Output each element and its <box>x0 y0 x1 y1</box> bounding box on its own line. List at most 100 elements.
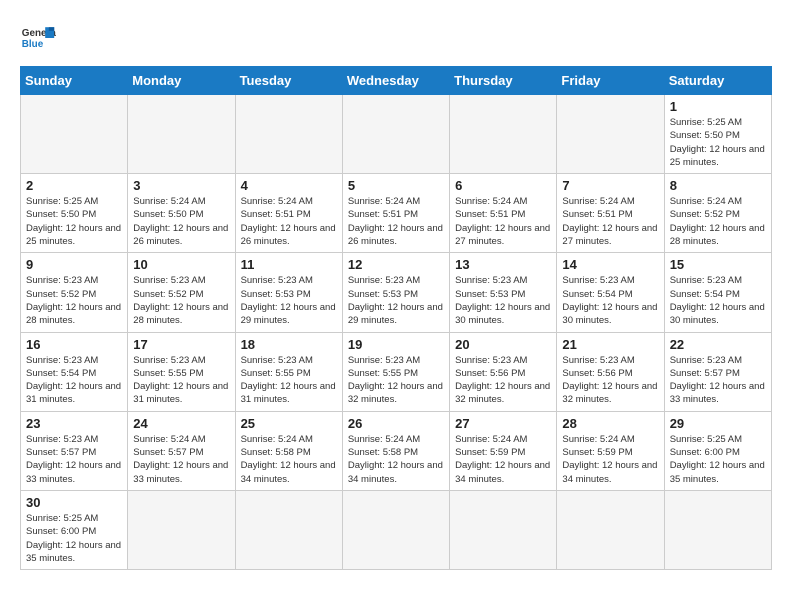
calendar-cell <box>342 490 449 569</box>
day-number: 10 <box>133 257 229 272</box>
day-number: 17 <box>133 337 229 352</box>
day-number: 11 <box>241 257 337 272</box>
calendar-cell <box>664 490 771 569</box>
calendar-cell: 26Sunrise: 5:24 AM Sunset: 5:58 PM Dayli… <box>342 411 449 490</box>
calendar-cell: 28Sunrise: 5:24 AM Sunset: 5:59 PM Dayli… <box>557 411 664 490</box>
day-number: 15 <box>670 257 766 272</box>
day-info: Sunrise: 5:23 AM Sunset: 5:57 PM Dayligh… <box>26 433 122 486</box>
day-info: Sunrise: 5:23 AM Sunset: 5:54 PM Dayligh… <box>26 354 122 407</box>
logo: General Blue <box>20 20 56 56</box>
day-number: 14 <box>562 257 658 272</box>
day-number: 30 <box>26 495 122 510</box>
calendar-cell <box>21 95 128 174</box>
day-info: Sunrise: 5:25 AM Sunset: 6:00 PM Dayligh… <box>26 512 122 565</box>
day-number: 16 <box>26 337 122 352</box>
day-number: 20 <box>455 337 551 352</box>
day-number: 25 <box>241 416 337 431</box>
day-info: Sunrise: 5:23 AM Sunset: 5:56 PM Dayligh… <box>455 354 551 407</box>
calendar-cell: 3Sunrise: 5:24 AM Sunset: 5:50 PM Daylig… <box>128 174 235 253</box>
col-header-saturday: Saturday <box>664 67 771 95</box>
day-number: 6 <box>455 178 551 193</box>
day-info: Sunrise: 5:25 AM Sunset: 6:00 PM Dayligh… <box>670 433 766 486</box>
day-info: Sunrise: 5:24 AM Sunset: 5:50 PM Dayligh… <box>133 195 229 248</box>
day-number: 22 <box>670 337 766 352</box>
day-info: Sunrise: 5:23 AM Sunset: 5:52 PM Dayligh… <box>26 274 122 327</box>
calendar-cell: 9 Sunrise: 5:23 AM Sunset: 5:52 PM Daylig… <box>21 253 128 332</box>
calendar-cell: 14 Sunrise: 5:23 AM Sunset: 5:54 PM Dayli… <box>557 253 664 332</box>
calendar-cell: 18Sunrise: 5:23 AM Sunset: 5:55 PM Dayli… <box>235 332 342 411</box>
calendar-cell: 2Sunrise: 5:25 AM Sunset: 5:50 PM Daylig… <box>21 174 128 253</box>
day-info: Sunrise: 5:23 AM Sunset: 5:55 PM Dayligh… <box>133 354 229 407</box>
col-header-tuesday: Tuesday <box>235 67 342 95</box>
day-number: 9 <box>26 257 122 272</box>
calendar-cell <box>450 95 557 174</box>
calendar-cell: 11Sunrise: 5:23 AM Sunset: 5:53 PM Dayli… <box>235 253 342 332</box>
calendar-cell: 22 Sunrise: 5:23 AM Sunset: 5:57 PM Dayli… <box>664 332 771 411</box>
calendar-cell: 30 Sunrise: 5:25 AM Sunset: 6:00 PM Dayli… <box>21 490 128 569</box>
day-info: Sunrise: 5:24 AM Sunset: 5:59 PM Dayligh… <box>455 433 551 486</box>
calendar-cell: 6 Sunrise: 5:24 AM Sunset: 5:51 PM Daylig… <box>450 174 557 253</box>
day-info: Sunrise: 5:25 AM Sunset: 5:50 PM Dayligh… <box>670 116 766 169</box>
day-info: Sunrise: 5:23 AM Sunset: 5:55 PM Dayligh… <box>348 354 444 407</box>
day-info: Sunrise: 5:23 AM Sunset: 5:53 PM Dayligh… <box>348 274 444 327</box>
page-header: General Blue <box>20 20 772 56</box>
day-number: 4 <box>241 178 337 193</box>
col-header-thursday: Thursday <box>450 67 557 95</box>
calendar-cell: 13Sunrise: 5:23 AM Sunset: 5:53 PM Dayli… <box>450 253 557 332</box>
calendar-cell: 8 Sunrise: 5:24 AM Sunset: 5:52 PM Daylig… <box>664 174 771 253</box>
day-info: Sunrise: 5:24 AM Sunset: 5:57 PM Dayligh… <box>133 433 229 486</box>
day-info: Sunrise: 5:23 AM Sunset: 5:57 PM Dayligh… <box>670 354 766 407</box>
day-number: 19 <box>348 337 444 352</box>
day-info: Sunrise: 5:24 AM Sunset: 5:52 PM Dayligh… <box>670 195 766 248</box>
calendar-cell: 21 Sunrise: 5:23 AM Sunset: 5:56 PM Dayli… <box>557 332 664 411</box>
logo-icon: General Blue <box>20 20 56 56</box>
calendar-cell: 19 Sunrise: 5:23 AM Sunset: 5:55 PM Dayli… <box>342 332 449 411</box>
calendar-cell: 29 Sunrise: 5:25 AM Sunset: 6:00 PM Dayli… <box>664 411 771 490</box>
day-number: 12 <box>348 257 444 272</box>
day-info: Sunrise: 5:23 AM Sunset: 5:54 PM Dayligh… <box>670 274 766 327</box>
header-row: SundayMondayTuesdayWednesdayThursdayFrid… <box>21 67 772 95</box>
calendar-cell: 4 Sunrise: 5:24 AM Sunset: 5:51 PM Daylig… <box>235 174 342 253</box>
day-number: 8 <box>670 178 766 193</box>
day-info: Sunrise: 5:23 AM Sunset: 5:56 PM Dayligh… <box>562 354 658 407</box>
calendar-cell: 27 Sunrise: 5:24 AM Sunset: 5:59 PM Dayli… <box>450 411 557 490</box>
calendar-table: SundayMondayTuesdayWednesdayThursdayFrid… <box>20 66 772 570</box>
day-number: 21 <box>562 337 658 352</box>
day-number: 27 <box>455 416 551 431</box>
day-number: 23 <box>26 416 122 431</box>
calendar-week-4: 23 Sunrise: 5:23 AM Sunset: 5:57 PM Dayli… <box>21 411 772 490</box>
calendar-cell: 23 Sunrise: 5:23 AM Sunset: 5:57 PM Dayli… <box>21 411 128 490</box>
day-info: Sunrise: 5:24 AM Sunset: 5:51 PM Dayligh… <box>455 195 551 248</box>
calendar-cell: 1Sunrise: 5:25 AM Sunset: 5:50 PM Daylig… <box>664 95 771 174</box>
calendar-cell: 5Sunrise: 5:24 AM Sunset: 5:51 PM Daylig… <box>342 174 449 253</box>
calendar-cell: 12 Sunrise: 5:23 AM Sunset: 5:53 PM Dayli… <box>342 253 449 332</box>
day-number: 26 <box>348 416 444 431</box>
calendar-cell <box>557 95 664 174</box>
day-number: 18 <box>241 337 337 352</box>
day-info: Sunrise: 5:23 AM Sunset: 5:54 PM Dayligh… <box>562 274 658 327</box>
day-info: Sunrise: 5:24 AM Sunset: 5:51 PM Dayligh… <box>562 195 658 248</box>
day-number: 28 <box>562 416 658 431</box>
calendar-cell: 7 Sunrise: 5:24 AM Sunset: 5:51 PM Daylig… <box>557 174 664 253</box>
calendar-cell <box>235 490 342 569</box>
calendar-week-3: 16 Sunrise: 5:23 AM Sunset: 5:54 PM Dayli… <box>21 332 772 411</box>
calendar-week-0: 1Sunrise: 5:25 AM Sunset: 5:50 PM Daylig… <box>21 95 772 174</box>
calendar-cell: 15 Sunrise: 5:23 AM Sunset: 5:54 PM Dayli… <box>664 253 771 332</box>
day-info: Sunrise: 5:24 AM Sunset: 5:51 PM Dayligh… <box>241 195 337 248</box>
calendar-cell: 20 Sunrise: 5:23 AM Sunset: 5:56 PM Dayli… <box>450 332 557 411</box>
calendar-cell <box>235 95 342 174</box>
col-header-wednesday: Wednesday <box>342 67 449 95</box>
day-info: Sunrise: 5:23 AM Sunset: 5:52 PM Dayligh… <box>133 274 229 327</box>
day-number: 7 <box>562 178 658 193</box>
day-info: Sunrise: 5:24 AM Sunset: 5:58 PM Dayligh… <box>241 433 337 486</box>
calendar-cell <box>128 95 235 174</box>
day-number: 29 <box>670 416 766 431</box>
calendar-cell <box>450 490 557 569</box>
day-info: Sunrise: 5:23 AM Sunset: 5:53 PM Dayligh… <box>455 274 551 327</box>
calendar-cell: 24Sunrise: 5:24 AM Sunset: 5:57 PM Dayli… <box>128 411 235 490</box>
col-header-sunday: Sunday <box>21 67 128 95</box>
calendar-cell <box>128 490 235 569</box>
calendar-header: SundayMondayTuesdayWednesdayThursdayFrid… <box>21 67 772 95</box>
col-header-monday: Monday <box>128 67 235 95</box>
calendar-cell: 17 Sunrise: 5:23 AM Sunset: 5:55 PM Dayli… <box>128 332 235 411</box>
